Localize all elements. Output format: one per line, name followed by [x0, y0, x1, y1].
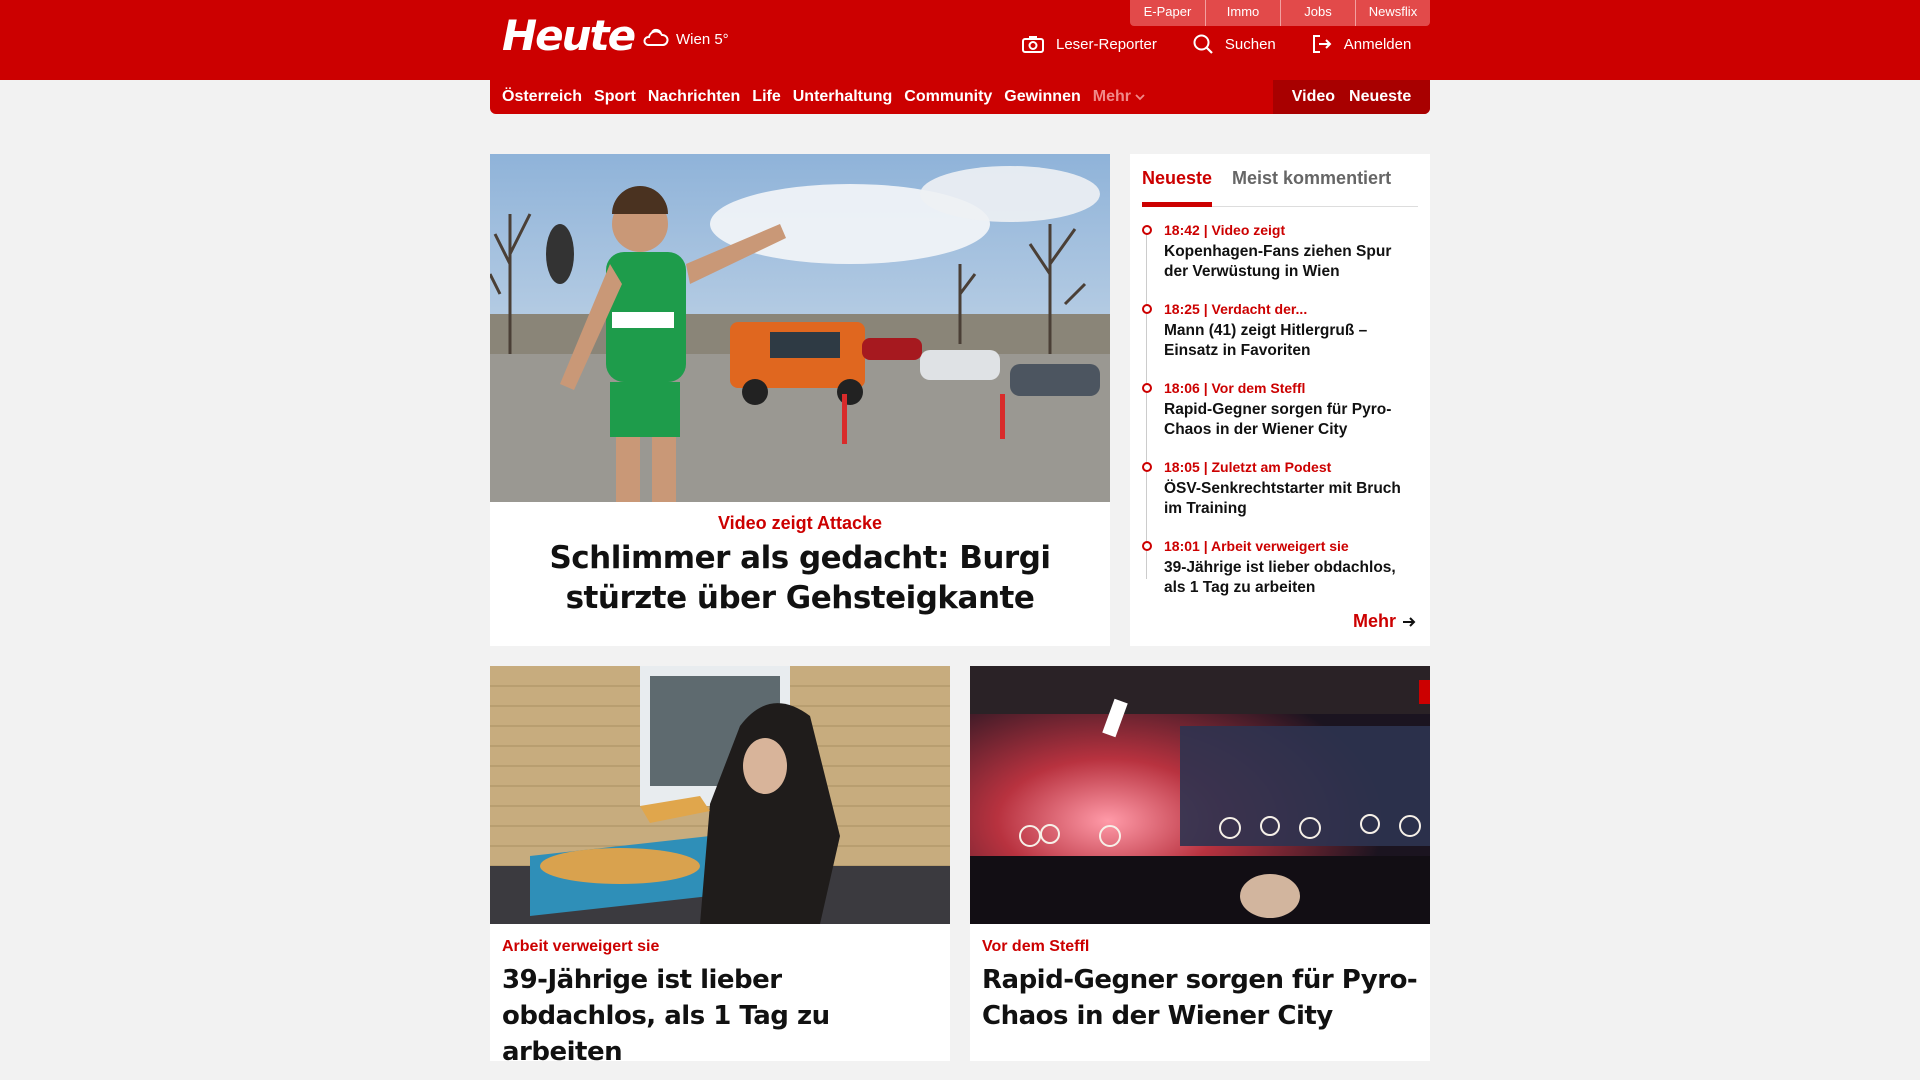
camera-icon	[1022, 36, 1044, 53]
list-item[interactable]: 18:42 | Video zeigt Kopenhagen-Fans zieh…	[1142, 221, 1418, 300]
nav-item-life[interactable]: Life	[752, 88, 780, 106]
hero-article[interactable]: Video zeigt Attacke Schlimmer als gedach…	[490, 154, 1110, 646]
nav-item-unterhaltung[interactable]: Unterhaltung	[793, 88, 893, 106]
arrow-right-icon	[1403, 616, 1416, 627]
nav-item-neueste[interactable]: Neueste	[1349, 88, 1411, 106]
nav-item-gewinnen[interactable]: Gewinnen	[1004, 88, 1080, 106]
search-label: Suchen	[1224, 35, 1276, 53]
news-title[interactable]: 39-Jährige ist lieber obdachlos, als 1 T…	[1164, 558, 1418, 598]
hero-title[interactable]: Schlimmer als gedacht: Burgi stürzte übe…	[490, 538, 1110, 618]
main-navigation: Österreich Sport Nachrichten Life Unterh…	[490, 80, 1430, 114]
site-logo[interactable]: Heute	[502, 12, 636, 60]
tab-meist-kommentiert[interactable]: Meist kommentiert	[1232, 162, 1391, 206]
leser-reporter-button[interactable]: Leser-Reporter	[1022, 35, 1157, 53]
article-image[interactable]	[970, 666, 1430, 924]
article-card-obdachlos[interactable]: Arbeit verweigert sie 39-Jährige ist lie…	[490, 666, 950, 1067]
timeline-dot-icon	[1142, 541, 1152, 551]
login-button[interactable]: Anmelden	[1312, 34, 1412, 54]
article-image[interactable]	[490, 666, 950, 924]
list-item[interactable]: 18:01 | Arbeit verweigert sie 39-Jährige…	[1142, 537, 1418, 616]
hero-photo	[490, 154, 1110, 502]
search-icon	[1193, 34, 1213, 54]
header-actions: Leser-Reporter Suchen Anmelden	[1022, 34, 1411, 54]
list-item[interactable]: 18:05 | Zuletzt am Podest ÖSV-Senkrechts…	[1142, 458, 1418, 537]
nav-item-sport[interactable]: Sport	[594, 88, 636, 106]
article-kicker: Arbeit verweigert sie	[502, 938, 660, 955]
nav-more-label: Mehr	[1092, 88, 1131, 105]
nav-right-group: Video Neueste	[1273, 80, 1430, 114]
nav-item-video[interactable]: Video	[1292, 88, 1335, 106]
service-links: E-Paper Immo Jobs Newsflix	[1130, 0, 1430, 26]
timeline-dot-icon	[1142, 462, 1152, 472]
news-meta: 18:06 | Vor dem Steffl	[1164, 380, 1306, 396]
tab-neueste[interactable]: Neueste	[1142, 162, 1213, 207]
article-photo	[490, 666, 950, 924]
news-title[interactable]: ÖSV-Senkrechtstarter mit Bruch im Traini…	[1164, 479, 1418, 519]
timeline-dot-icon	[1142, 383, 1152, 393]
epaper-link[interactable]: E-Paper	[1130, 0, 1205, 26]
list-item[interactable]: 18:25 | Verdacht der... Mann (41) zeigt …	[1142, 300, 1418, 379]
nav-item-community[interactable]: Community	[904, 88, 992, 106]
nav-item-nachrichten[interactable]: Nachrichten	[648, 88, 740, 106]
newsflix-link[interactable]: Newsflix	[1355, 0, 1430, 26]
news-title[interactable]: Kopenhagen-Fans ziehen Spur der Verwüstu…	[1164, 242, 1418, 282]
timeline-dot-icon	[1142, 304, 1152, 314]
leser-reporter-label: Leser-Reporter	[1056, 35, 1157, 53]
article-card-pyro[interactable]: Vor dem Steffl Rapid-Gegner sorgen für P…	[970, 666, 1430, 1061]
news-meta: 18:05 | Zuletzt am Podest	[1164, 459, 1332, 475]
sidebar-tabs: Neueste Meist kommentiert	[1142, 162, 1418, 207]
article-kicker: Vor dem Steffl	[982, 938, 1090, 955]
chevron-down-icon	[1135, 94, 1145, 101]
news-title[interactable]: Rapid-Gegner sorgen für Pyro-Chaos in de…	[1164, 400, 1418, 440]
search-button[interactable]: Suchen	[1193, 34, 1276, 54]
news-meta: 18:42 | Video zeigt	[1164, 222, 1286, 238]
timeline-dot-icon	[1142, 225, 1152, 235]
hero-image[interactable]	[490, 154, 1110, 502]
login-label: Anmelden	[1343, 35, 1412, 53]
news-meta: 18:25 | Verdacht der...	[1164, 301, 1308, 317]
hero-kicker: Video zeigt Attacke	[717, 513, 883, 533]
latest-news-sidebar: Neueste Meist kommentiert 18:42 | Video …	[1130, 154, 1430, 646]
article-title[interactable]: 39-Jährige ist lieber obdachlos, als 1 T…	[502, 962, 938, 1070]
list-item[interactable]: 18:06 | Vor dem Steffl Rapid-Gegner sorg…	[1142, 379, 1418, 458]
jobs-link[interactable]: Jobs	[1280, 0, 1355, 26]
weather-widget[interactable]: Wien 5°	[640, 27, 729, 51]
news-title[interactable]: Mann (41) zeigt Hitlergruß – Einsatz in …	[1164, 321, 1418, 361]
latest-news-list: 18:42 | Video zeigt Kopenhagen-Fans zieh…	[1142, 221, 1418, 616]
article-photo	[970, 666, 1430, 924]
login-icon	[1312, 35, 1332, 53]
nav-more-dropdown[interactable]: Mehr	[1093, 88, 1145, 106]
weather-label: Wien 5°	[676, 30, 729, 48]
nav-item-oesterreich[interactable]: Österreich	[502, 88, 582, 106]
sidebar-more-link[interactable]: Mehr	[1353, 611, 1416, 632]
immo-link[interactable]: Immo	[1205, 0, 1280, 26]
top-header: E-Paper Immo Jobs Newsflix Heute Wien 5°…	[0, 0, 1920, 80]
sidebar-more-label: Mehr	[1352, 611, 1396, 631]
article-title[interactable]: Rapid-Gegner sorgen für Pyro-Chaos in de…	[982, 962, 1418, 1034]
news-meta: 18:01 | Arbeit verweigert sie	[1164, 538, 1349, 554]
cloud-sun-icon	[643, 28, 669, 46]
